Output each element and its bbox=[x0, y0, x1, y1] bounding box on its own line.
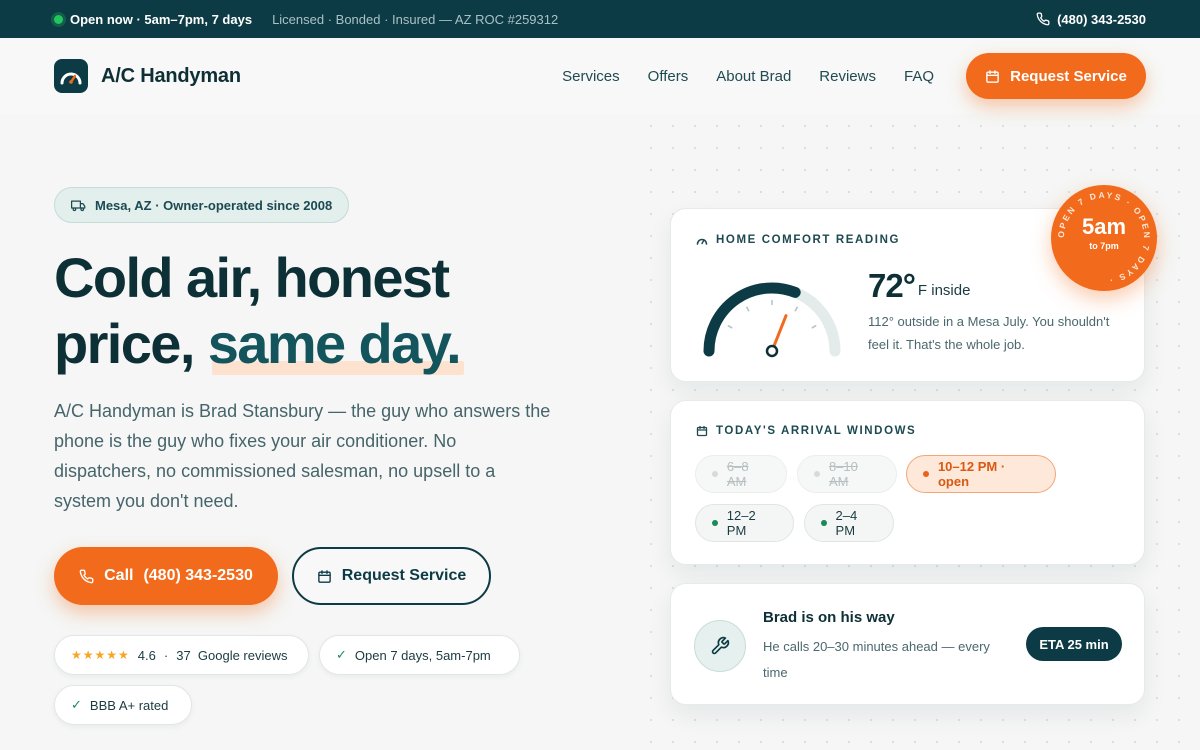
phone-icon bbox=[79, 569, 94, 583]
arrival-slot-2-4pm[interactable]: 2–4 PM bbox=[804, 504, 894, 542]
headline-accent: same day. bbox=[207, 312, 465, 375]
slot-label: 8–10 AM bbox=[828, 459, 858, 489]
calendar-icon bbox=[696, 425, 708, 437]
topbar-phone-link[interactable]: (480) 343-2530 bbox=[1036, 12, 1146, 27]
slot-status-dot bbox=[712, 520, 718, 526]
phone-icon bbox=[1036, 12, 1050, 26]
comfort-card-title-text: HOME COMFORT READING bbox=[716, 234, 901, 246]
hours-chip: ✓ Open 7 days, 5am-7pm bbox=[319, 635, 520, 675]
gauge-tick bbox=[745, 306, 750, 312]
topbar-phone-number: (480) 343-2530 bbox=[1057, 11, 1146, 27]
nav-request-service-label: Request Service bbox=[1010, 67, 1127, 85]
comfort-description: 112° outside in a Mesa July. You shouldn… bbox=[868, 314, 1110, 352]
arrival-card-title: TODAY'S ARRIVAL WINDOWS bbox=[696, 425, 916, 437]
star-rating-icon: ★★★★★ bbox=[71, 648, 130, 662]
call-button-phone: (480) 343-2530 bbox=[143, 567, 253, 584]
gauge-logo-icon bbox=[54, 59, 88, 93]
arrival-slot-8-10am: 8–10 AM bbox=[797, 455, 897, 493]
temperature-value: 72° bbox=[868, 267, 916, 304]
open-status-text: Open now · 5am–7pm, 7 days bbox=[70, 11, 253, 27]
temperature-unit: F inside bbox=[917, 282, 971, 299]
review-count: 37 Google reviews bbox=[176, 647, 288, 663]
gauge-ticks bbox=[727, 300, 817, 329]
location-pill: Mesa, AZ · Owner-operated since 2008 bbox=[54, 187, 350, 223]
comfort-gauge bbox=[703, 282, 841, 358]
arrival-slot-10-12pm[interactable]: 10–12 PM · open bbox=[906, 455, 1056, 493]
gauge-tick bbox=[794, 306, 799, 312]
hero-request-service-label: Request Service bbox=[341, 567, 467, 584]
temperature-readout: 72° F inside bbox=[868, 267, 970, 305]
on-the-way-title: Brad is on his way bbox=[763, 609, 895, 626]
gauge-tick bbox=[811, 324, 817, 329]
arrival-slot-6-8am: 6–8 AM bbox=[695, 455, 787, 493]
hero-headline: Cold air, honest price, same day. bbox=[54, 245, 614, 377]
license-text: Licensed · Bonded · Insured — AZ ROC #25… bbox=[272, 11, 559, 27]
main-nav: A/C Handyman Services Offers About Brad … bbox=[0, 38, 1200, 114]
nav-link-reviews[interactable]: Reviews bbox=[819, 68, 876, 85]
nav-request-service-button[interactable]: Request Service bbox=[966, 53, 1146, 99]
nav-link-about-brad[interactable]: About Brad bbox=[716, 68, 791, 85]
arrival-card-title-text: TODAY'S ARRIVAL WINDOWS bbox=[716, 425, 917, 437]
gauge-pivot bbox=[765, 344, 779, 358]
wrench-icon bbox=[711, 636, 730, 655]
slot-status-dot bbox=[821, 520, 827, 526]
arrival-windows-card: TODAY'S ARRIVAL WINDOWS 6–8 AM 8–10 AM 1… bbox=[670, 400, 1145, 565]
open-hours-badge-graphic: OPEN 7 DAYS · OPEN 7 DAYS · 5am to 7pm bbox=[1056, 190, 1150, 286]
on-the-way-card: Brad is on his way He calls 20–30 minute… bbox=[670, 583, 1145, 705]
headline-line-1: Cold air, honest bbox=[54, 246, 450, 309]
open-status-dot bbox=[54, 14, 63, 24]
slot-label: 6–8 AM bbox=[726, 459, 749, 489]
nav-link-faq[interactable]: FAQ bbox=[904, 68, 934, 85]
arrival-slot-12-2pm[interactable]: 12–2 PM bbox=[695, 504, 794, 542]
headline-line-2-prefix: price, bbox=[54, 312, 208, 375]
truck-icon bbox=[71, 200, 86, 211]
hours-chip-text: Open 7 days, 5am-7pm bbox=[354, 647, 491, 663]
calendar-icon bbox=[986, 69, 999, 83]
slot-label: 2–4 PM bbox=[835, 508, 858, 538]
nav-link-offers[interactable]: Offers bbox=[648, 68, 689, 85]
nav-link-services[interactable]: Services bbox=[562, 68, 620, 85]
nav-links: Services Offers About Brad Reviews FAQ bbox=[562, 68, 934, 85]
slot-label: 10–12 PM · open bbox=[937, 459, 1006, 489]
slot-label: 12–2 PM bbox=[726, 508, 756, 538]
gauge-fill-arc bbox=[703, 282, 801, 357]
reviews-chip: ★★★★★ 4.6 · 37 Google reviews bbox=[54, 635, 309, 675]
hero-request-service-button[interactable]: Request Service bbox=[292, 547, 491, 605]
calendar-icon bbox=[317, 569, 331, 583]
badge-big-text: 5am bbox=[1082, 214, 1126, 239]
gauge-tick bbox=[727, 324, 733, 329]
wrench-icon-badge bbox=[694, 620, 746, 672]
rating-separator: · bbox=[163, 647, 169, 663]
rating-value: 4.6 bbox=[137, 647, 156, 663]
slot-status-dot bbox=[923, 471, 929, 477]
slot-status-dot bbox=[712, 471, 718, 477]
on-the-way-subtitle: He calls 20–30 minutes ahead — every tim… bbox=[763, 639, 990, 680]
badge-small-text: to 7pm bbox=[1089, 241, 1119, 251]
call-button-label: Call bbox=[104, 567, 134, 584]
hero-lead: A/C Handyman is Brad Stansbury — the guy… bbox=[54, 401, 551, 511]
call-button[interactable]: Call (480) 343-2530 bbox=[54, 547, 278, 605]
check-icon: ✓ bbox=[336, 647, 347, 662]
open-hours-badge: OPEN 7 DAYS · OPEN 7 DAYS · 5am to 7pm bbox=[1051, 185, 1157, 291]
location-pill-text: Mesa, AZ · Owner-operated since 2008 bbox=[95, 197, 333, 213]
gauge-icon bbox=[696, 238, 708, 245]
top-bar: Open now · 5am–7pm, 7 days Licensed · Bo… bbox=[0, 0, 1200, 38]
comfort-card-title: HOME COMFORT READING bbox=[696, 234, 900, 246]
bbb-chip: ✓ BBB A+ rated bbox=[54, 685, 192, 725]
brand-logo-link[interactable]: A/C Handyman bbox=[54, 59, 241, 93]
brand-name: A/C Handyman bbox=[101, 64, 241, 87]
check-icon: ✓ bbox=[71, 697, 82, 712]
eta-badge: ETA 25 min bbox=[1026, 627, 1122, 661]
bbb-chip-text: BBB A+ rated bbox=[89, 697, 169, 713]
slot-status-dot bbox=[814, 471, 820, 477]
